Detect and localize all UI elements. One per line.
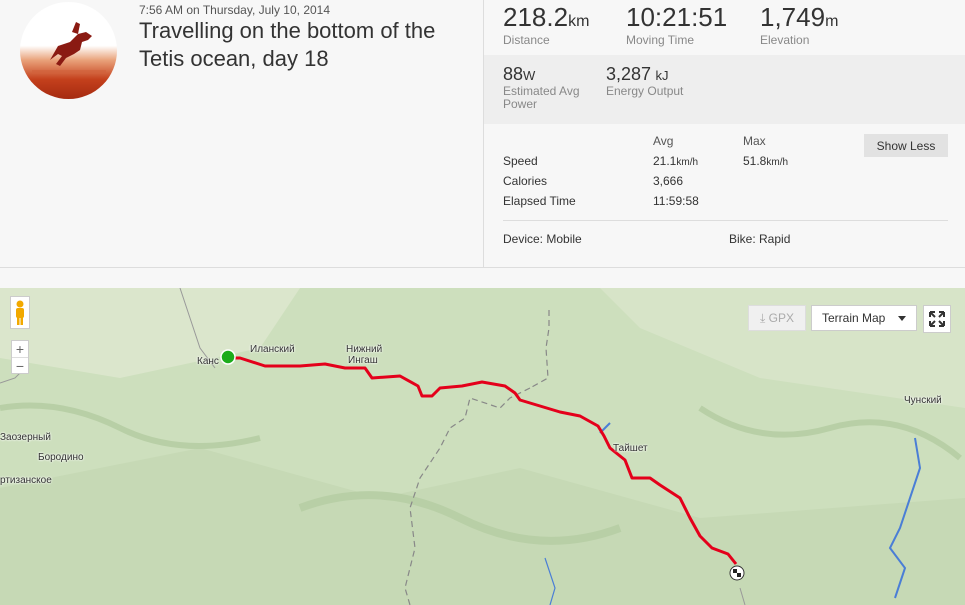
speed-avg: 21.1km/h	[653, 154, 699, 168]
gpx-label: GPX	[768, 311, 794, 325]
energy-value: 3,287	[606, 64, 652, 84]
zoom-in-button[interactable]: +	[12, 341, 28, 357]
gpx-download-button[interactable]: ⤓ GPX	[748, 305, 806, 331]
device-info: Device: Mobile	[503, 232, 582, 246]
col-avg-header: Avg	[653, 134, 674, 148]
avg-power-label-2: Power	[503, 97, 538, 111]
fullscreen-button[interactable]	[923, 305, 951, 333]
place-borodino: Бородино	[38, 452, 84, 463]
place-nizhniy-ingash-2: Ингаш	[348, 355, 378, 366]
stat-elevation: 1,749m Elevation	[760, 2, 838, 47]
distance-value: 218.2	[503, 2, 569, 32]
zoom-control: + −	[11, 340, 29, 374]
map-type-label: Terrain Map	[822, 311, 886, 325]
terrain-layer	[0, 288, 965, 605]
stats-panel: 218.2km Distance 10:21:51 Moving Time 1,…	[483, 0, 965, 268]
secondary-stats: 88W Estimated Avg Power 3,287 kJ Energy …	[484, 55, 965, 124]
distance-unit: km	[568, 13, 590, 30]
elapsed-avg: 11:59:58	[653, 194, 699, 208]
activity-header: 7:56 AM on Thursday, July 10, 2014 Trave…	[0, 0, 965, 268]
stats-divider	[503, 220, 948, 221]
athlete-avatar[interactable]	[20, 2, 117, 99]
stat-distance: 218.2km Distance	[503, 2, 589, 47]
row-elapsed-label: Elapsed Time	[503, 194, 576, 208]
energy-unit: kJ	[655, 68, 669, 83]
bike-info[interactable]: Bike: Rapid	[729, 232, 790, 246]
show-less-button[interactable]: Show Less	[864, 134, 948, 157]
place-tayshet: Тайшет	[613, 443, 648, 454]
row-speed-label: Speed	[503, 154, 538, 168]
activity-datetime: 7:56 AM on Thursday, July 10, 2014	[139, 3, 331, 17]
finish-marker	[729, 565, 745, 581]
stat-energy-output: 3,287 kJ Energy Output	[606, 64, 683, 98]
place-zaozerny: Заозерный	[0, 432, 51, 443]
zoom-out-button[interactable]: −	[12, 357, 28, 374]
place-kansk: Канс	[197, 356, 219, 367]
avg-power-value: 88	[503, 64, 524, 84]
activity-title: Travelling on the bottom of the Tetis oc…	[139, 18, 436, 71]
distance-label: Distance	[503, 33, 550, 47]
elevation-value: 1,749	[760, 2, 826, 32]
elevation-label: Elevation	[760, 33, 810, 47]
route-map[interactable]: Канс Иланский Нижний Ингаш Тайшет Чунски…	[0, 288, 965, 605]
stat-avg-power: 88W Estimated Avg Power	[503, 64, 580, 111]
calories-avg: 3,666	[653, 174, 684, 188]
chevron-down-icon	[898, 316, 906, 321]
energy-label: Energy Output	[606, 84, 684, 98]
stat-moving-time: 10:21:51 Moving Time	[626, 2, 727, 47]
download-icon: ⤓	[760, 311, 766, 325]
street-view-pegman-icon[interactable]	[10, 296, 30, 329]
moving-time-value: 10:21:51	[626, 2, 728, 32]
speed-max: 51.8km/h	[743, 154, 789, 168]
moving-time-label: Moving Time	[626, 33, 695, 47]
place-chunskiy: Чунский	[904, 395, 942, 406]
avg-power-unit: W	[523, 68, 536, 83]
row-calories-label: Calories	[503, 174, 548, 188]
col-max-header: Max	[743, 134, 766, 148]
place-ilanskiy: Иланский	[250, 344, 295, 355]
place-nizhniy-ingash-1: Нижний	[346, 344, 383, 355]
elevation-unit: m	[825, 13, 839, 30]
map-type-select[interactable]: Terrain Map	[811, 305, 917, 331]
fullscreen-icon	[929, 311, 945, 327]
start-marker	[220, 349, 236, 365]
place-partizanskoe: ртизанское	[0, 475, 52, 486]
